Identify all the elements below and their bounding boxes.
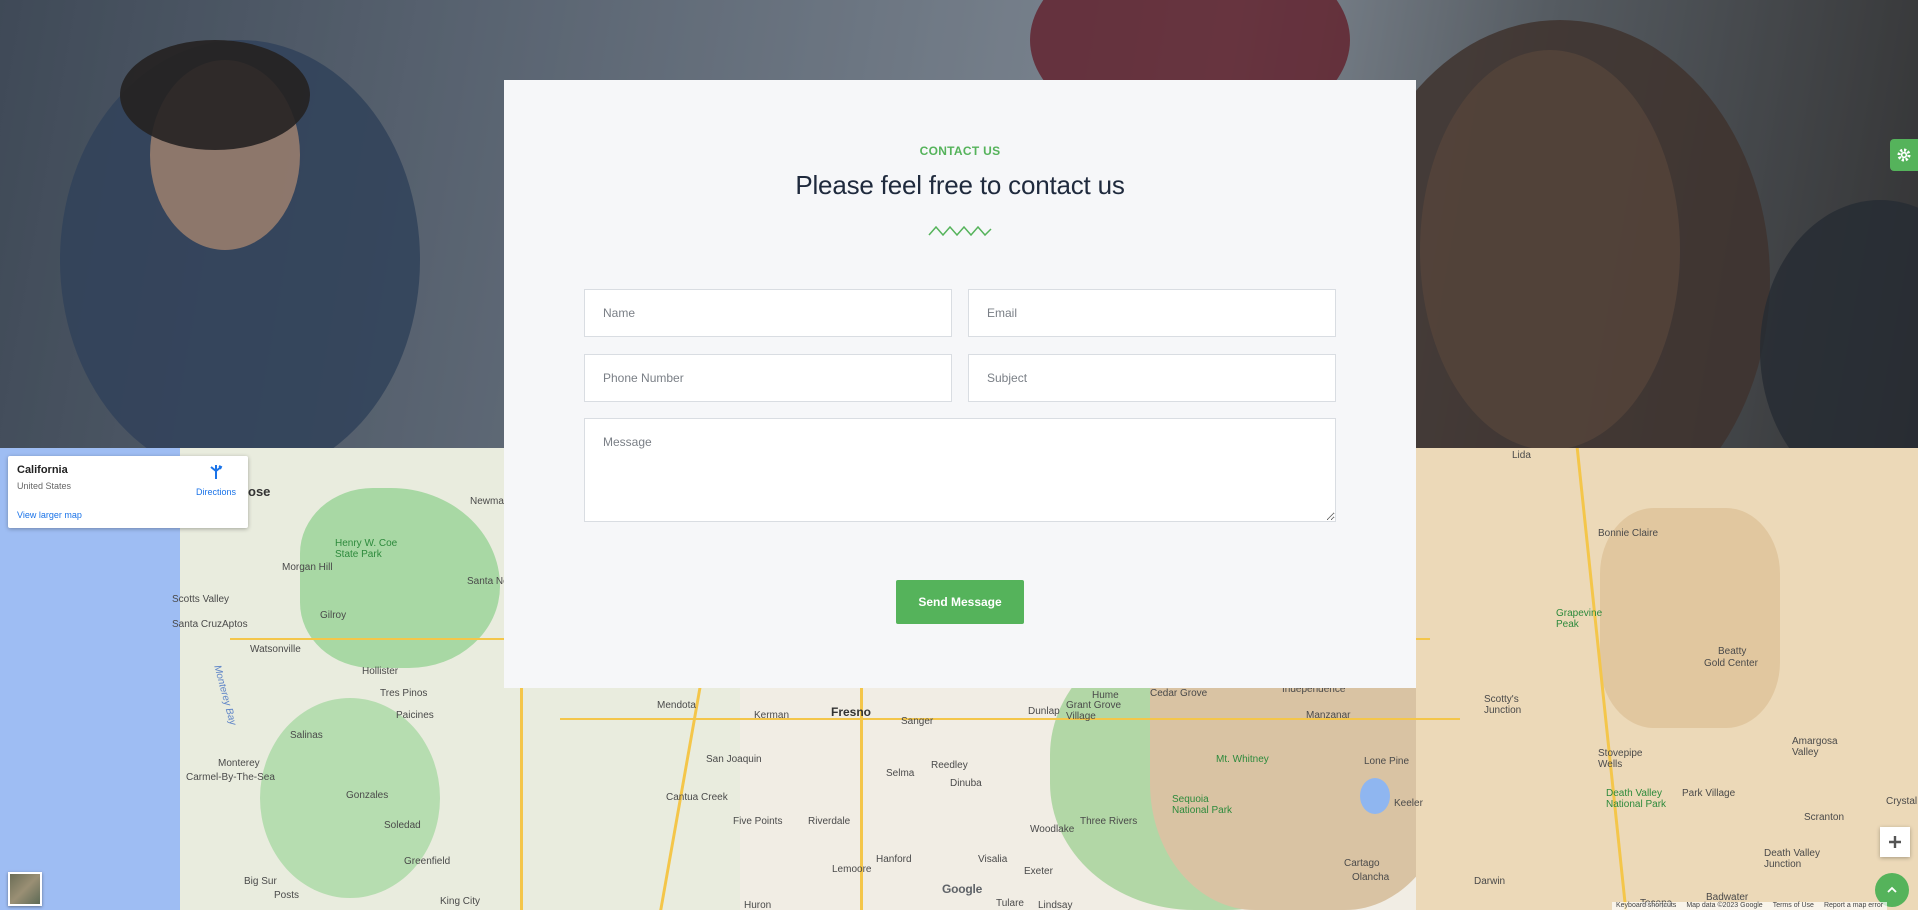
map-place-region: United States xyxy=(17,481,72,491)
map-zoom-in-button[interactable] xyxy=(1880,827,1910,857)
chevron-up-icon xyxy=(1887,886,1897,893)
plus-icon xyxy=(1889,836,1901,848)
message-textarea[interactable] xyxy=(584,418,1336,522)
contact-card: CONTACT US Please feel free to contact u… xyxy=(504,80,1416,688)
google-logo: Google xyxy=(942,882,983,896)
report-map-error-link[interactable]: Report a map error xyxy=(1824,902,1883,910)
email-input[interactable] xyxy=(968,289,1336,337)
zigzag-divider-icon xyxy=(928,225,992,237)
map-place-card: California United States View larger map… xyxy=(8,456,248,528)
map-data-credit: Map data ©2023 Google xyxy=(1686,902,1763,909)
map-attribution-bar: Keyboard shortcuts Map data ©2023 Google… xyxy=(1612,902,1888,910)
page-title: Please feel free to contact us xyxy=(795,170,1125,200)
map-satellite-toggle[interactable] xyxy=(8,872,42,906)
map-place-name: California xyxy=(17,464,68,476)
directions-icon xyxy=(209,465,223,484)
terms-of-use-link[interactable]: Terms of Use xyxy=(1773,902,1814,910)
send-message-button[interactable]: Send Message xyxy=(896,580,1024,624)
name-input[interactable] xyxy=(584,289,952,337)
settings-toggle-button[interactable] xyxy=(1890,139,1918,171)
gear-icon xyxy=(1897,148,1911,162)
directions-button[interactable]: Directions xyxy=(191,464,241,497)
phone-number-input[interactable] xyxy=(584,354,952,402)
section-eyebrow: CONTACT US xyxy=(919,144,1001,158)
keyboard-shortcuts-link[interactable]: Keyboard shortcuts xyxy=(1616,902,1676,910)
view-larger-map-link[interactable]: View larger map xyxy=(17,510,82,520)
directions-label: Directions xyxy=(195,487,236,497)
subject-input[interactable] xyxy=(968,354,1336,402)
